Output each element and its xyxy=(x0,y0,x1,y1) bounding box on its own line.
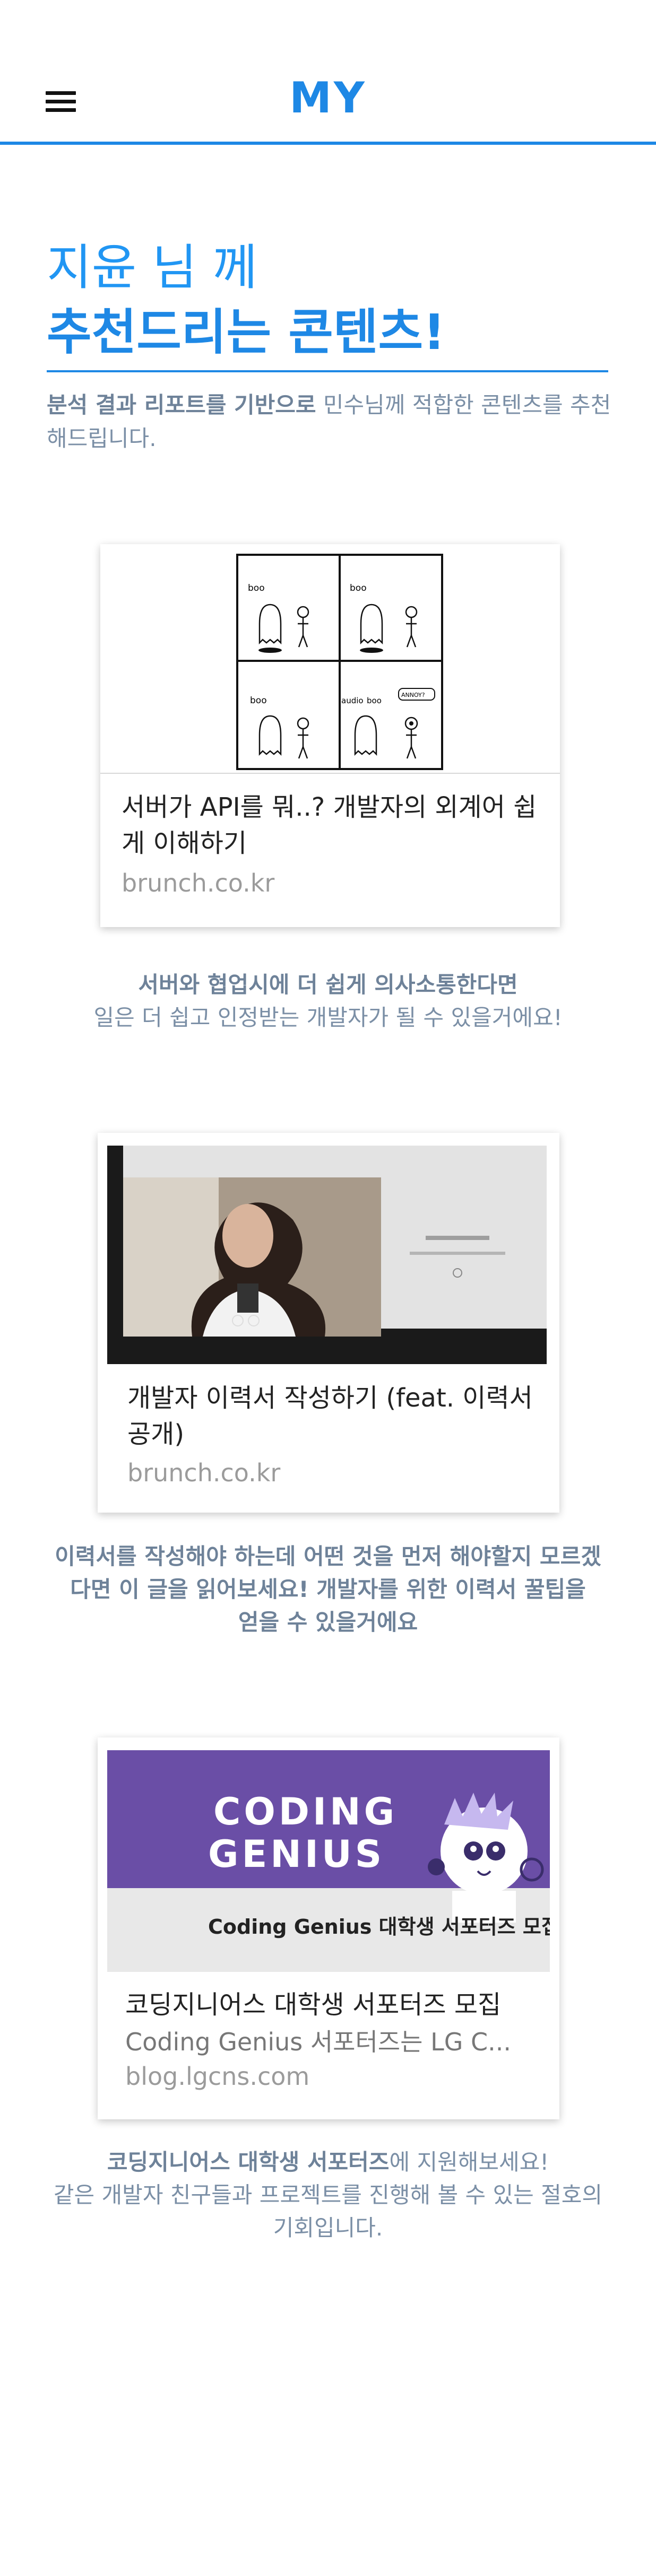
greeting-name: 지윤 님 께 xyxy=(47,239,258,296)
comic-text-4c: ANNOY? xyxy=(401,692,425,698)
content-card-api[interactable]: boo boo boo audio boo ANNOY? 서버가 API를 뭐.… xyxy=(100,544,560,927)
caption-rest: 일은 더 쉽고 인정받는 개발자가 될 수 있을거에요! xyxy=(93,1005,563,1031)
greeting-divider xyxy=(47,370,608,372)
comic-text-3: boo xyxy=(250,695,267,706)
comic-text-4b: boo xyxy=(367,696,382,705)
card-caption-api: 서버와 협업시에 더 쉽게 의사소통한다면일은 더 쉽고 인정받는 개발자가 될… xyxy=(53,968,603,1034)
caption-bold: 코딩지니어스 대학생 서포터즈 xyxy=(107,2149,390,2175)
card-domain: brunch.co.kr xyxy=(127,1459,281,1487)
card-caption-resume: 이력서를 작성해야 하는데 어떤 것을 먼저 해야할지 모르겠다면 이 글을 읽… xyxy=(53,1540,603,1639)
content-card-coding-genius[interactable]: CODING GENIUS Coding Genius 대학생 서포터즈 모집!… xyxy=(98,1737,559,2119)
card-caption-coding-genius: 코딩지니어스 대학생 서포터즈에 지원해보세요! 같은 개발자 친구들과 프로젝트… xyxy=(53,2146,603,2245)
comic-image: boo boo boo audio boo ANNOY? xyxy=(236,554,443,770)
caption-bold: 서버와 협업시에 더 쉽게 의사소통한다면 xyxy=(138,972,518,998)
comic-text-2: boo xyxy=(350,583,367,593)
caption-bold: 이력서를 작성해야 하는데 어떤 것을 먼저 해야할지 모르겠다면 이 글을 읽… xyxy=(55,1543,601,1602)
coding-genius-banner: CODING GENIUS Coding Genius 대학생 서포터즈 모집! xyxy=(107,1750,550,1972)
card-subtitle: Coding Genius 서포터즈는 LG C... xyxy=(125,2028,511,2056)
banner-image: CODING GENIUS Coding Genius 대학생 서포터즈 모집! xyxy=(107,1750,550,1972)
logo[interactable]: MY xyxy=(0,73,656,123)
top-header: MY xyxy=(0,0,656,145)
card-domain: brunch.co.kr xyxy=(122,869,275,897)
card-title[interactable]: 개발자 이력서 작성하기 (feat. 이력서 공개) xyxy=(127,1380,541,1452)
banner-title-2: GENIUS xyxy=(208,1832,385,1876)
caption-rest-1: 에 지원해보세요! xyxy=(389,2149,549,2175)
intro-bold: 분석 결과 리포트를 기반으로 xyxy=(47,392,316,418)
banner-title-1: CODING xyxy=(213,1790,398,1833)
video-thumbnail-image xyxy=(107,1146,547,1364)
content-card-resume[interactable]: 개발자 이력서 작성하기 (feat. 이력서 공개) brunch.co.kr xyxy=(98,1133,559,1513)
comic-thumbnail: boo boo boo audio boo ANNOY? xyxy=(100,544,560,774)
comic-text-4a: audio xyxy=(341,696,364,705)
greeting-title: 추천드리는 콘텐츠! xyxy=(47,304,446,361)
comic-text-1: boo xyxy=(248,583,265,593)
card-title[interactable]: 서버가 API를 뭐..? 개발자의 외계어 쉽게 이해하기 xyxy=(122,789,541,861)
resume-video-thumbnail xyxy=(107,1146,547,1364)
caption-rest: 얻을 수 있을거에요 xyxy=(238,1609,418,1635)
card-title[interactable]: 코딩지니어스 대학생 서포터즈 모집 xyxy=(125,1987,545,2023)
intro-text: 분석 결과 리포트를 기반으로 민수님께 적합한 콘텐츠를 추천해드립니다. xyxy=(47,388,615,455)
card-domain: blog.lgcns.com xyxy=(125,2062,310,2091)
caption-rest-2: 같은 개발자 친구들과 프로젝트를 진행해 볼 수 있는 절호의 기회입니다. xyxy=(53,2182,603,2241)
banner-caption: Coding Genius 대학생 서포터즈 모집! xyxy=(208,1915,550,1938)
